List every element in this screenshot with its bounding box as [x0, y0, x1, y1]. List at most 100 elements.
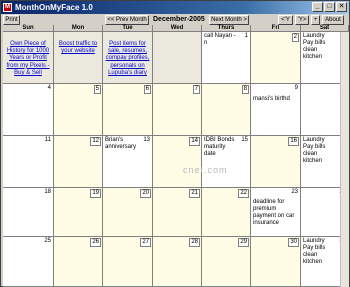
- dow-wed: Wed: [153, 25, 202, 32]
- month-title: December-2005: [153, 16, 205, 23]
- day-cell[interactable]: deadline for premium payment on car insu…: [251, 188, 301, 237]
- day-notes: Laundry Pay bills clean kitchen: [303, 137, 338, 165]
- day-notes: deadline for premium payment on car insu…: [253, 199, 299, 227]
- day-cell[interactable]: 29: [202, 237, 251, 287]
- next-month-button[interactable]: Next Month >: [209, 15, 249, 25]
- ad-cell-mon[interactable]: Boost traffic to your website: [54, 32, 103, 84]
- day-cell[interactable]: 11: [3, 136, 54, 188]
- day-note: call Nayan - n: [204, 33, 236, 46]
- day-cell[interactable]: 8: [202, 84, 251, 136]
- day-number: 21: [189, 189, 200, 198]
- day-cell[interactable]: IDBI Bonds maturity date 15: [202, 136, 251, 188]
- day-number: 13: [143, 137, 150, 143]
- day-cell[interactable]: mansi's birthd 9: [251, 84, 301, 136]
- day-number: 19: [90, 189, 101, 198]
- day-number: 20: [140, 189, 151, 198]
- maximize-icon: □: [327, 3, 332, 10]
- about-button[interactable]: About: [322, 15, 344, 25]
- note-line: anniversary: [105, 144, 137, 150]
- note-line: clean kitchen: [303, 47, 323, 60]
- plus-button[interactable]: +: [311, 15, 320, 25]
- note-line: deadline for: [253, 199, 285, 205]
- note-line: Pay bills: [303, 245, 326, 251]
- note-line: IDBI Bonds: [204, 137, 235, 143]
- day-number: 18: [44, 189, 51, 195]
- dow-sat: Sat: [301, 25, 349, 32]
- watermark: cnet.com: [183, 165, 228, 175]
- note-line: insurance: [253, 220, 280, 226]
- day-cell[interactable]: 5: [54, 84, 103, 136]
- empty-cell-wed: [153, 32, 202, 84]
- note-line: clean kitchen: [303, 252, 323, 265]
- dow-sun: Sun: [3, 25, 54, 32]
- minimize-button[interactable]: _: [312, 2, 323, 12]
- note-line: Laundry: [303, 137, 325, 143]
- day-cell[interactable]: 19: [54, 188, 103, 237]
- maximize-button[interactable]: □: [324, 2, 335, 12]
- day-number: 15: [241, 137, 248, 143]
- note-line: Pay bills: [303, 40, 326, 46]
- next-year-button[interactable]: 'Y>: [295, 15, 309, 25]
- dow-tue: Tue: [103, 25, 153, 32]
- note-line: payment on car: [253, 213, 295, 219]
- day-cell[interactable]: 7: [153, 84, 202, 136]
- day-cell[interactable]: 25: [3, 237, 54, 287]
- day-cell[interactable]: 16: [251, 136, 301, 188]
- day-cell[interactable]: 27: [103, 237, 153, 287]
- note-line: premium: [253, 206, 277, 212]
- day-number: 28: [189, 238, 200, 247]
- ad-link-diary[interactable]: Post items for sale, resumes, compay pro…: [104, 41, 151, 77]
- window-title: MonthOnMyFace 1.0: [15, 3, 93, 12]
- day-cell[interactable]: 30: [251, 237, 301, 287]
- day-number: 30: [288, 238, 299, 247]
- day-cell[interactable]: 4: [3, 84, 54, 136]
- note-line: Laundry: [303, 33, 325, 39]
- day-cell[interactable]: 18: [3, 188, 54, 237]
- day-number: 5: [93, 85, 101, 94]
- note-line: Pay bills: [303, 144, 326, 150]
- ad-link-pixels[interactable]: Own Piece of History for 1000 Years or P…: [4, 41, 52, 77]
- close-button[interactable]: ✕: [336, 2, 347, 12]
- dow-thu: Thurs: [202, 25, 251, 32]
- ad-cell-sun[interactable]: Own Piece of History for 1000 Years or P…: [3, 32, 54, 84]
- day-number: 23: [291, 189, 298, 195]
- toolbar: Print << Prev Month December-2005 Next M…: [1, 14, 349, 25]
- title-bar[interactable]: M MonthOnMyFace 1.0 _ □ ✕: [1, 1, 349, 14]
- dow-fri: Fri: [251, 25, 301, 32]
- prev-year-button[interactable]: <'Y: [278, 15, 293, 25]
- day-number: 12: [90, 137, 101, 146]
- day-cell[interactable]: 6: [103, 84, 153, 136]
- prev-month-button[interactable]: << Prev Month: [105, 15, 149, 25]
- month-calendar-grid: Sun Mon Tue Wed Thurs Fri Sat Own Piece …: [3, 25, 349, 287]
- dow-mon: Mon: [54, 25, 103, 32]
- note-line: date: [204, 151, 216, 157]
- calendar-app-icon[interactable]: M: [3, 3, 12, 12]
- ad-link-traffic[interactable]: Boost traffic to your website: [55, 41, 101, 55]
- day-cell[interactable]: 21: [153, 188, 202, 237]
- day-cell[interactable]: call Nayan - n 1: [202, 32, 251, 84]
- app-window: M MonthOnMyFace 1.0 _ □ ✕ Print << Prev …: [0, 0, 350, 287]
- day-cell[interactable]: 22: [202, 188, 251, 237]
- day-number: 26: [90, 238, 101, 247]
- day-cell[interactable]: 28: [153, 237, 202, 287]
- day-number: 25: [44, 238, 51, 244]
- day-cell[interactable]: Brian's anniversary 13: [103, 136, 153, 188]
- close-icon: ✕: [338, 3, 345, 10]
- day-number: 14: [189, 137, 200, 146]
- ad-cell-tue[interactable]: Post items for sale, resumes, compay pro…: [103, 32, 153, 84]
- note-line: maturity: [204, 144, 226, 150]
- day-notes: Brian's anniversary: [105, 137, 142, 151]
- day-cell[interactable]: 20: [103, 188, 153, 237]
- print-button[interactable]: Print: [3, 15, 20, 25]
- day-cell[interactable]: 26: [54, 237, 103, 287]
- note-line: Laundry: [303, 238, 325, 244]
- day-cell[interactable]: 2: [251, 32, 301, 84]
- day-cell[interactable]: 12: [54, 136, 103, 188]
- day-number: 9: [294, 85, 298, 91]
- day-of-week-header: Sun Mon Tue Wed Thurs Fri Sat: [3, 25, 349, 32]
- day-number: 29: [238, 238, 249, 247]
- vertical-scrollbar[interactable]: [340, 32, 349, 287]
- day-cell[interactable]: 14: [153, 136, 202, 188]
- day-number: 2: [291, 33, 299, 42]
- day-notes: Laundry Pay bills clean kitchen: [303, 238, 338, 266]
